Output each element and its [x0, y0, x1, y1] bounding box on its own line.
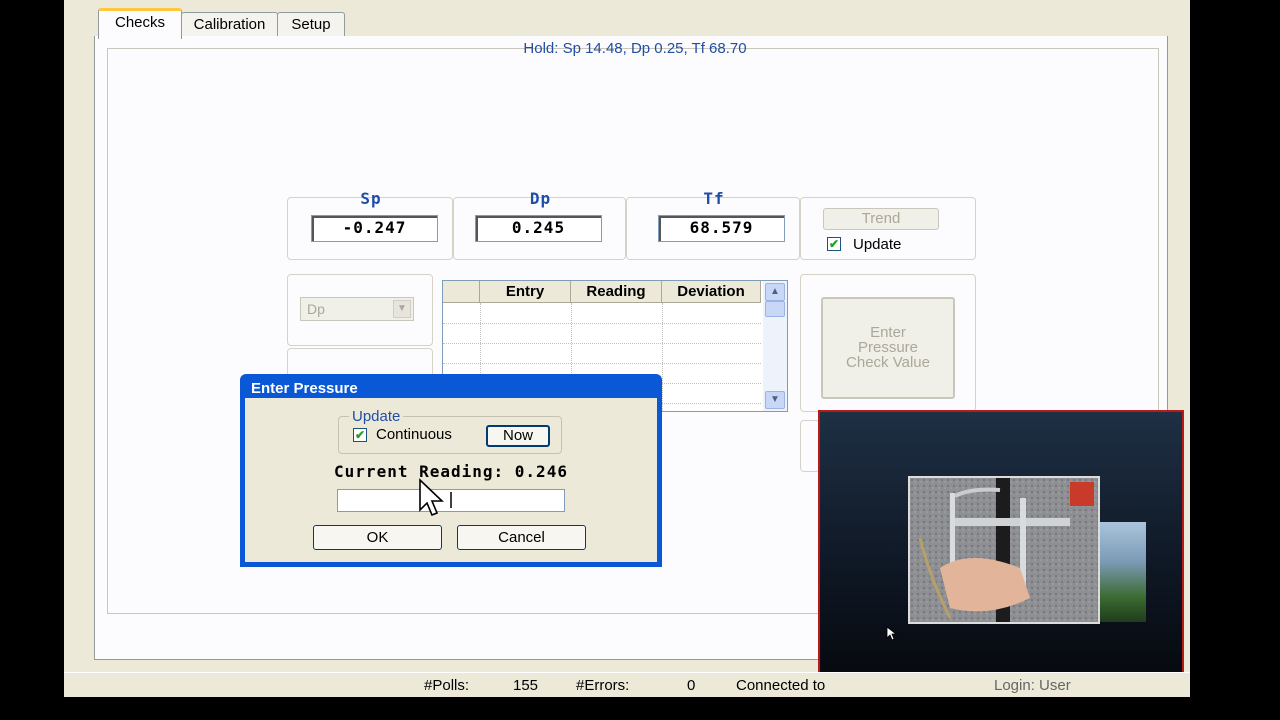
trend-button[interactable]: Trend: [823, 208, 939, 230]
update-checkbox[interactable]: ✔: [827, 237, 841, 251]
continuous-checkbox[interactable]: ✔: [353, 428, 367, 442]
dialog-title: Enter Pressure: [251, 380, 358, 397]
polls-value: 155: [513, 677, 539, 694]
now-button[interactable]: Now: [486, 425, 550, 447]
check-type-group: Dp ▼: [287, 274, 433, 346]
polls-label: #Polls:: [424, 677, 470, 694]
side-thumbnail-image: [1098, 522, 1146, 622]
grid-header-reading[interactable]: Reading: [571, 281, 662, 303]
grid-header-entry[interactable]: Entry: [480, 281, 571, 303]
lower-right-group: [800, 420, 820, 472]
errors-label: #Errors:: [576, 677, 630, 694]
tf-label: Tf: [703, 189, 725, 208]
trend-group: Trend ✔ Update: [800, 197, 976, 260]
connection-status: Connected to: [736, 677, 826, 694]
hold-status-text: Hold: Sp 14.48, Dp 0.25, Tf 68.70: [523, 40, 747, 57]
tab-calibration[interactable]: Calibration: [181, 12, 278, 37]
check-type-value: Dp: [307, 301, 325, 317]
tf-value: 68.579: [658, 215, 785, 242]
enter-pressure-dialog: Enter Pressure Update ✔ Continuous Now C…: [240, 374, 662, 567]
enter-check-line3: Check Value: [846, 354, 930, 371]
dp-value: 0.245: [475, 215, 602, 242]
update-label: Update: [853, 236, 902, 253]
overlay-cursor-icon: [886, 626, 898, 641]
tab-setup[interactable]: Setup: [277, 12, 345, 37]
video-overlay: [818, 410, 1184, 687]
scroll-thumb[interactable]: [765, 301, 785, 317]
scroll-down-icon[interactable]: ▼: [765, 391, 785, 409]
grid-row-header: [443, 281, 480, 303]
errors-value: 0: [687, 677, 696, 694]
enter-check-line1: Enter: [870, 324, 906, 341]
continuous-label: Continuous: [376, 426, 452, 443]
update-group-label: Update: [349, 408, 404, 425]
sp-value: -0.247: [311, 215, 438, 242]
apparatus-photo: [908, 476, 1100, 624]
scroll-up-icon[interactable]: ▲: [765, 283, 785, 301]
enter-check-group: Enter Pressure Check Value: [800, 274, 976, 412]
update-group: Update ✔ Continuous Now: [338, 408, 562, 454]
chevron-down-icon[interactable]: ▼: [393, 300, 411, 318]
ok-button[interactable]: OK: [313, 525, 442, 550]
sp-label: Sp: [360, 189, 382, 208]
mouse-cursor-icon: [419, 478, 452, 517]
enter-pressure-check-button[interactable]: Enter Pressure Check Value: [821, 297, 955, 399]
tf-group: Tf 68.579: [626, 189, 800, 260]
enter-check-line2: Pressure: [857, 339, 919, 356]
dp-label: Dp: [529, 189, 552, 208]
tab-checks[interactable]: Checks: [98, 8, 182, 39]
cancel-button[interactable]: Cancel: [457, 525, 586, 550]
check-type-select[interactable]: Dp ▼: [300, 297, 414, 321]
sp-group: Sp -0.247: [287, 189, 453, 260]
status-bar: #Polls: 155 #Errors: 0 Connected to Logi…: [64, 672, 1190, 697]
dp-group: Dp 0.245: [453, 189, 626, 260]
grid-scrollbar[interactable]: ▲ ▼: [763, 281, 787, 411]
grid-header-deviation[interactable]: Deviation: [662, 281, 761, 303]
login-status: Login: User: [994, 677, 1071, 694]
